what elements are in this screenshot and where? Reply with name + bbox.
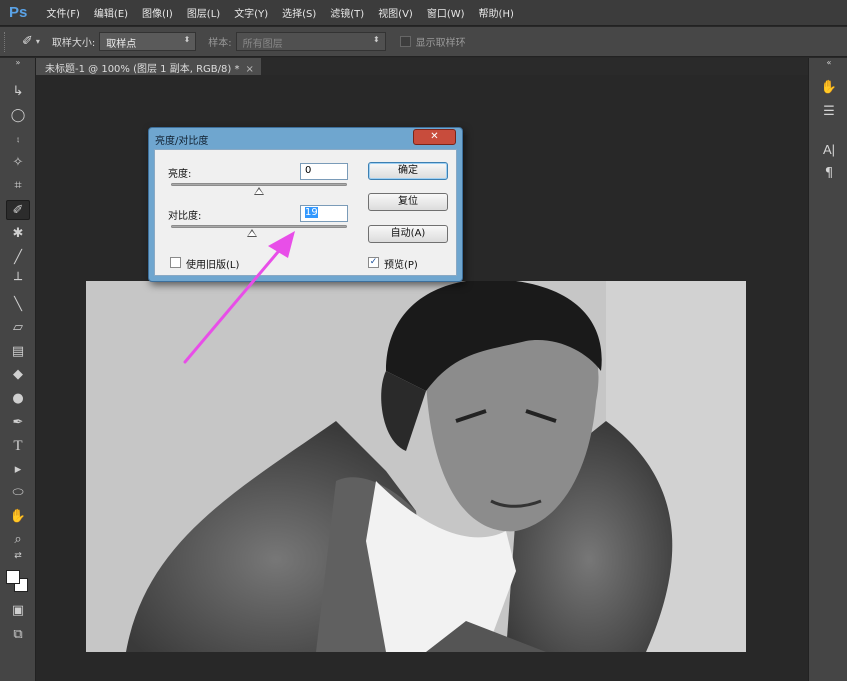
reset-button[interactable]: 复位: [368, 193, 448, 211]
history-brush-tool-icon[interactable]: ╲: [6, 295, 30, 315]
foreground-color-swatch[interactable]: [6, 570, 20, 584]
document-tab[interactable]: 未标题-1 @ 100% (图层 1 副本, RGB/8) * ×: [36, 58, 261, 75]
legacy-checkbox[interactable]: [170, 257, 181, 268]
tab-close-icon[interactable]: ×: [245, 64, 253, 75]
sample-size-select[interactable]: 取样点 ⬍: [99, 32, 197, 51]
marquee-tool-icon[interactable]: ◯: [6, 106, 30, 126]
contrast-slider-thumb[interactable]: [246, 229, 257, 237]
healing-brush-tool-icon[interactable]: ✱: [6, 224, 30, 244]
sample-select[interactable]: 所有图层 ⬍: [235, 32, 386, 51]
preview-checkbox[interactable]: ✓: [368, 257, 379, 268]
tool-presets-icon[interactable]: ✋: [817, 80, 841, 98]
dodge-tool-icon[interactable]: ●: [6, 389, 30, 409]
type-tool-icon[interactable]: T: [6, 436, 30, 456]
hand-tool-icon[interactable]: ✋: [6, 507, 30, 527]
photoshop-logo: Ps: [9, 4, 28, 21]
sample-label: 样本:: [208, 38, 232, 49]
gradient-tool-icon[interactable]: ▤: [6, 342, 30, 362]
show-ring-label: 显示取样环: [415, 38, 466, 49]
contrast-value: 19: [305, 207, 318, 218]
menu-layer[interactable]: 图层(L): [180, 5, 227, 20]
contrast-input[interactable]: 19: [300, 205, 348, 222]
menu-edit[interactable]: 编辑(E): [87, 5, 135, 20]
brush-tool-icon[interactable]: ╱: [6, 248, 30, 268]
sample-value: 所有图层: [242, 39, 283, 50]
menu-window[interactable]: 窗口(W): [420, 5, 472, 20]
swap-colors-icon[interactable]: ⇄: [6, 550, 30, 562]
auto-button[interactable]: 自动(A): [368, 225, 448, 243]
panel-collapse-icon[interactable]: »: [6, 58, 30, 68]
select-arrow-icon: ⬍: [372, 35, 380, 44]
right-panel-dock: « ✋ ☰ A| ¶: [808, 58, 847, 681]
screen-mode-icon[interactable]: ⧉: [6, 625, 30, 645]
canvas-photo[interactable]: [86, 281, 746, 652]
menu-bar: Ps 文件(F) 编辑(E) 图像(I) 图层(L) 文字(Y) 选择(S) 滤…: [0, 0, 847, 26]
brightness-label: 亮度:: [168, 169, 192, 180]
menu-select[interactable]: 选择(S): [275, 5, 323, 20]
dialog-close-button[interactable]: ✕: [413, 129, 456, 145]
crop-tool-icon[interactable]: ⌗: [6, 176, 30, 196]
sample-size-value: 取样点: [106, 39, 137, 50]
menu-image[interactable]: 图像(I): [135, 5, 180, 20]
legacy-label: 使用旧版(L): [186, 260, 240, 271]
menu-view[interactable]: 视图(V): [371, 5, 420, 20]
panel-collapse-right-icon[interactable]: «: [817, 58, 841, 76]
blur-tool-icon[interactable]: ◆: [6, 365, 30, 385]
tools-panel: » ↳ ◯ ⨾ ✧ ⌗ ✐ ✱ ╱ ┴ ╲ ▱ ▤ ◆ ● ✒ T ▸ ⬭ ✋ …: [0, 58, 36, 681]
adjustments-icon[interactable]: ☰: [817, 104, 841, 122]
eyedropper-preset-icon[interactable]: ✐: [22, 34, 33, 49]
sample-size-label: 取样大小:: [51, 38, 96, 49]
paragraph-panel-icon[interactable]: ¶: [817, 166, 841, 184]
clone-stamp-tool-icon[interactable]: ┴: [6, 271, 30, 291]
brightness-contrast-dialog: 亮度/对比度 ✕ 亮度: 0 对比度: 19 确定 复位 自动(A) 使用旧版(…: [148, 127, 463, 282]
zoom-tool-icon[interactable]: ⌕: [6, 530, 30, 550]
options-grip[interactable]: [4, 31, 8, 52]
contrast-slider-track[interactable]: [171, 225, 347, 228]
options-bar: ✐ ▾ 取样大小: 取样点 ⬍ 样本: 所有图层 ⬍ 显示取样环: [0, 27, 847, 57]
shape-tool-icon[interactable]: ⬭: [6, 483, 30, 503]
magic-wand-tool-icon[interactable]: ✧: [6, 153, 30, 173]
move-tool-icon[interactable]: ↳: [6, 82, 30, 102]
menu-help[interactable]: 帮助(H): [472, 5, 521, 20]
pen-tool-icon[interactable]: ✒: [6, 413, 30, 433]
preview-label: 预览(P): [384, 260, 418, 271]
quick-mask-icon[interactable]: ▣: [6, 601, 30, 621]
ok-button[interactable]: 确定: [368, 162, 448, 180]
brightness-input[interactable]: 0: [300, 163, 348, 180]
preset-dropdown-icon[interactable]: ▾: [36, 37, 40, 46]
brightness-slider-thumb[interactable]: [254, 187, 264, 195]
show-ring-checkbox[interactable]: [399, 36, 411, 47]
lasso-tool-icon[interactable]: ⨾: [6, 129, 30, 149]
menu-type[interactable]: 文字(Y): [227, 5, 275, 20]
eyedropper-tool-icon[interactable]: ✐: [6, 200, 30, 220]
document-tab-bar: 未标题-1 @ 100% (图层 1 副本, RGB/8) * ×: [36, 58, 808, 75]
eraser-tool-icon[interactable]: ▱: [6, 318, 30, 338]
contrast-label: 对比度:: [168, 211, 202, 222]
path-selection-tool-icon[interactable]: ▸: [6, 460, 30, 480]
select-arrow-icon: ⬍: [183, 35, 191, 44]
menu-file[interactable]: 文件(F): [39, 5, 87, 20]
close-icon: ✕: [430, 131, 439, 142]
menu-filter[interactable]: 滤镜(T): [323, 5, 371, 20]
brightness-slider-track[interactable]: [171, 183, 347, 186]
document-tab-title: 未标题-1 @ 100% (图层 1 副本, RGB/8) *: [45, 64, 240, 75]
dialog-body: 亮度: 0 对比度: 19 确定 复位 自动(A) 使用旧版(L) ✓ 预览(P…: [154, 149, 457, 276]
brightness-value: 0: [305, 165, 312, 176]
portrait-image: [86, 281, 746, 652]
dialog-title: 亮度/对比度: [155, 136, 209, 147]
character-panel-icon[interactable]: A|: [817, 142, 841, 160]
